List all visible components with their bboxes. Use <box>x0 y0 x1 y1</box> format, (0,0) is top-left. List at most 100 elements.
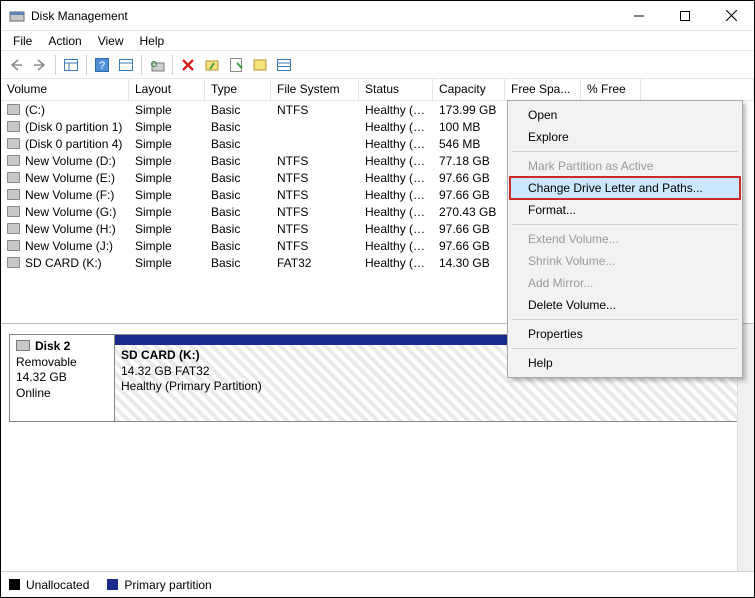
ctx-properties[interactable]: Properties <box>510 323 740 345</box>
cell-type: Basic <box>205 103 271 117</box>
forward-button[interactable] <box>29 54 51 76</box>
toolbar-separator <box>172 55 173 75</box>
menu-action[interactable]: Action <box>40 33 89 49</box>
menu-file[interactable]: File <box>5 33 40 49</box>
drive-icon <box>7 223 20 234</box>
minimize-button[interactable] <box>616 1 662 31</box>
col-capacity[interactable]: Capacity <box>433 79 505 100</box>
ctx-open[interactable]: Open <box>510 104 740 126</box>
close-button[interactable] <box>708 1 754 31</box>
col-free-space[interactable]: Free Spa... <box>505 79 581 100</box>
extend-button[interactable] <box>201 54 223 76</box>
partition-status: Healthy (Primary Partition) <box>121 379 739 395</box>
ctx-change-drive-letter[interactable]: Change Drive Letter and Paths... <box>510 177 740 199</box>
toolbar: ? <box>1 51 754 79</box>
legend-unallocated: Unallocated <box>9 578 89 592</box>
cell-capacity: 97.66 GB <box>433 222 505 236</box>
disk-label: Disk 2 <box>35 339 70 353</box>
ctx-separator <box>512 319 738 320</box>
drive-icon <box>7 240 20 251</box>
cell-status: Healthy (B... <box>359 222 433 236</box>
cell-status: Healthy (B... <box>359 239 433 253</box>
delete-button[interactable] <box>177 54 199 76</box>
disk-state: Online <box>16 386 108 402</box>
menu-help[interactable]: Help <box>132 33 173 49</box>
ctx-explore[interactable]: Explore <box>510 126 740 148</box>
settings-button[interactable] <box>115 54 137 76</box>
cell-type: Basic <box>205 205 271 219</box>
col-volume[interactable]: Volume <box>1 79 129 100</box>
cell-capacity: 100 MB <box>433 120 505 134</box>
ctx-mark-active: Mark Partition as Active <box>510 155 740 177</box>
col-percent-free[interactable]: % Free <box>581 79 641 100</box>
cell-volume: New Volume (E:) <box>1 171 129 185</box>
svg-text:?: ? <box>99 60 105 72</box>
swatch-unallocated <box>9 579 20 590</box>
cell-volume: (C:) <box>1 103 129 117</box>
cell-filesystem: NTFS <box>271 188 359 202</box>
cell-type: Basic <box>205 256 271 270</box>
cell-capacity: 77.18 GB <box>433 154 505 168</box>
drive-icon <box>7 172 20 183</box>
drive-icon <box>7 138 20 149</box>
cell-status: Healthy (B... <box>359 188 433 202</box>
ctx-separator <box>512 348 738 349</box>
drive-icon <box>7 257 20 268</box>
cell-capacity: 173.99 GB <box>433 103 505 117</box>
window-title: Disk Management <box>31 9 128 23</box>
cell-volume: New Volume (J:) <box>1 239 129 253</box>
col-filesystem[interactable]: File System <box>271 79 359 100</box>
cell-status: Healthy (B... <box>359 205 433 219</box>
ctx-shrink-volume: Shrink Volume... <box>510 250 740 272</box>
drive-icon <box>7 121 20 132</box>
cell-volume: (Disk 0 partition 4) <box>1 137 129 151</box>
cell-capacity: 97.66 GB <box>433 171 505 185</box>
show-hide-console-button[interactable] <box>60 54 82 76</box>
cell-layout: Simple <box>129 205 205 219</box>
cell-volume: New Volume (F:) <box>1 188 129 202</box>
refresh-button[interactable] <box>146 54 168 76</box>
ctx-delete-volume[interactable]: Delete Volume... <box>510 294 740 316</box>
ctx-format[interactable]: Format... <box>510 199 740 221</box>
help-button[interactable]: ? <box>91 54 113 76</box>
disk-info: Disk 2 Removable 14.32 GB Online <box>10 335 115 421</box>
cell-status: Healthy (B... <box>359 154 433 168</box>
toolbar-separator <box>55 55 56 75</box>
cell-type: Basic <box>205 120 271 134</box>
cell-volume: SD CARD (K:) <box>1 256 129 270</box>
ctx-add-mirror: Add Mirror... <box>510 272 740 294</box>
back-button[interactable] <box>5 54 27 76</box>
ctx-help[interactable]: Help <box>510 352 740 374</box>
cell-filesystem: NTFS <box>271 171 359 185</box>
context-menu: Open Explore Mark Partition as Active Ch… <box>507 100 743 378</box>
menu-view[interactable]: View <box>90 33 132 49</box>
col-type[interactable]: Type <box>205 79 271 100</box>
cell-layout: Simple <box>129 120 205 134</box>
toolbar-separator <box>141 55 142 75</box>
swatch-primary <box>107 579 118 590</box>
properties-button[interactable] <box>225 54 247 76</box>
cell-capacity: 97.66 GB <box>433 239 505 253</box>
app-icon <box>9 8 25 24</box>
help-topic-button[interactable] <box>249 54 271 76</box>
cell-filesystem: NTFS <box>271 154 359 168</box>
cell-layout: Simple <box>129 154 205 168</box>
drive-icon <box>7 206 20 217</box>
menubar: File Action View Help <box>1 31 754 51</box>
cell-type: Basic <box>205 171 271 185</box>
drive-icon <box>7 155 20 166</box>
disk-management-window: Disk Management File Action View Help ? <box>0 0 755 598</box>
cell-layout: Simple <box>129 137 205 151</box>
maximize-button[interactable] <box>662 1 708 31</box>
disk-size: 14.32 GB <box>16 370 108 386</box>
cell-filesystem: NTFS <box>271 205 359 219</box>
col-layout[interactable]: Layout <box>129 79 205 100</box>
ctx-separator <box>512 224 738 225</box>
cell-status: Healthy (E... <box>359 120 433 134</box>
cell-filesystem: NTFS <box>271 239 359 253</box>
list-view-button[interactable] <box>273 54 295 76</box>
cell-type: Basic <box>205 154 271 168</box>
col-status[interactable]: Status <box>359 79 433 100</box>
cell-type: Basic <box>205 222 271 236</box>
cell-status: Healthy (B... <box>359 171 433 185</box>
